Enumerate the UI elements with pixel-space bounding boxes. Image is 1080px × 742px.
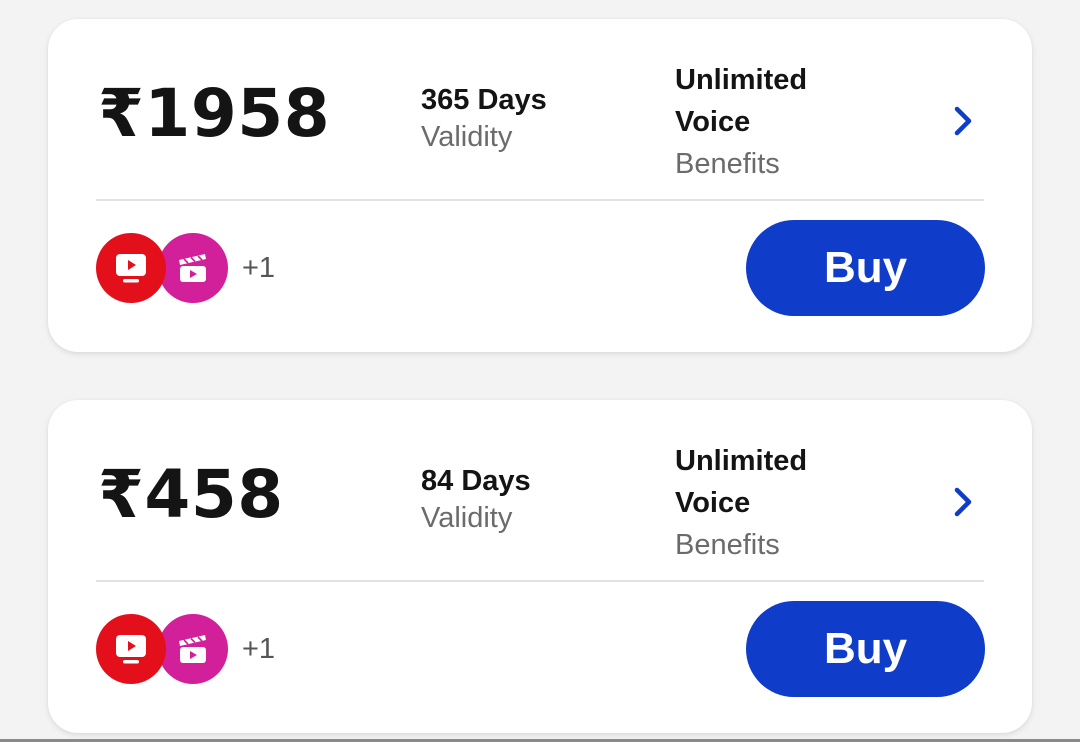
validity-label: Validity (421, 502, 513, 534)
benefit-label: Benefits (675, 148, 780, 180)
plan-price: ₹1958 (98, 75, 331, 152)
validity-days: 365 Days (421, 84, 547, 116)
plan-benefit: Unlimited Voice Benefits (675, 59, 895, 185)
plan-price: ₹458 (98, 456, 284, 533)
chevron-right-icon[interactable] (944, 103, 982, 139)
cinema-app-icon (158, 233, 228, 303)
ott-apps[interactable]: +1 (96, 233, 275, 303)
validity-days: 84 Days (421, 465, 531, 497)
tv-app-icon (96, 614, 166, 684)
more-apps-count: +1 (242, 251, 276, 284)
buy-button[interactable]: Buy (746, 220, 985, 316)
plan-benefit: Unlimited Voice Benefits (675, 440, 895, 566)
plan-list: ₹1958 365 Days Validity Unlimited Voice … (0, 0, 1080, 742)
plan-validity: 365 Days Validity (421, 83, 547, 157)
plan-validity: 84 Days Validity (421, 464, 531, 538)
chevron-right-icon[interactable] (944, 484, 982, 520)
card-divider (96, 580, 984, 582)
benefit-line-1: Unlimited (675, 445, 808, 477)
benefit-line-2: Voice (675, 106, 751, 138)
benefit-line-1: Unlimited (675, 64, 808, 96)
tv-app-icon (96, 233, 166, 303)
ott-apps[interactable]: +1 (96, 614, 275, 684)
buy-button[interactable]: Buy (746, 601, 985, 697)
benefit-line-2: Voice (675, 487, 751, 519)
validity-label: Validity (421, 121, 513, 153)
benefit-label: Benefits (675, 529, 780, 561)
plan-card[interactable]: ₹1958 365 Days Validity Unlimited Voice … (48, 19, 1032, 352)
more-apps-count: +1 (242, 632, 276, 665)
cinema-app-icon (158, 614, 228, 684)
card-divider (96, 199, 984, 201)
plan-card[interactable]: ₹458 84 Days Validity Unlimited Voice Be… (48, 400, 1032, 733)
